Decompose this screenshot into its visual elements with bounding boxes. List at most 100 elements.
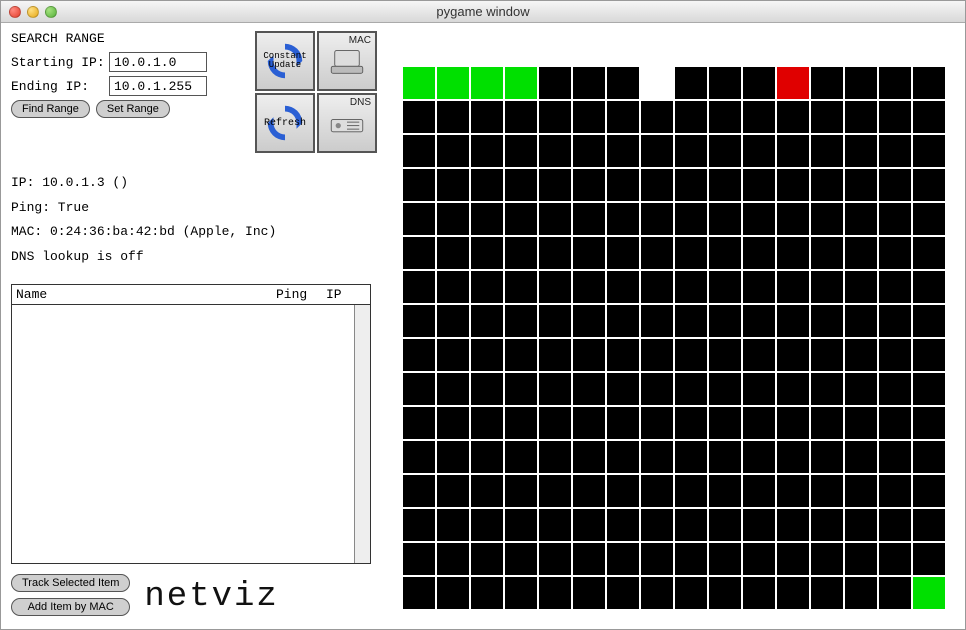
- grid-cell[interactable]: [403, 543, 435, 575]
- grid-cell[interactable]: [913, 577, 945, 609]
- grid-cell[interactable]: [607, 67, 639, 99]
- grid-cell[interactable]: [709, 203, 741, 235]
- grid-cell[interactable]: [573, 373, 605, 405]
- grid-cell[interactable]: [539, 373, 571, 405]
- grid-cell[interactable]: [845, 441, 877, 473]
- grid-cell[interactable]: [743, 543, 775, 575]
- grid-cell[interactable]: [539, 67, 571, 99]
- grid-cell[interactable]: [505, 543, 537, 575]
- grid-cell[interactable]: [709, 441, 741, 473]
- grid-cell[interactable]: [471, 203, 503, 235]
- grid-cell[interactable]: [471, 67, 503, 99]
- grid-cell[interactable]: [403, 169, 435, 201]
- grid-cell[interactable]: [675, 407, 707, 439]
- grid-cell[interactable]: [403, 135, 435, 167]
- grid-cell[interactable]: [709, 577, 741, 609]
- grid-cell[interactable]: [879, 407, 911, 439]
- grid-cell[interactable]: [811, 305, 843, 337]
- grid-cell[interactable]: [403, 101, 435, 133]
- grid-cell[interactable]: [845, 67, 877, 99]
- grid-cell[interactable]: [607, 441, 639, 473]
- grid-cell[interactable]: [913, 135, 945, 167]
- grid-cell[interactable]: [709, 339, 741, 371]
- grid-cell[interactable]: [879, 339, 911, 371]
- grid-cell[interactable]: [505, 101, 537, 133]
- grid-cell[interactable]: [743, 305, 775, 337]
- grid-cell[interactable]: [777, 577, 809, 609]
- grid-cell[interactable]: [675, 339, 707, 371]
- grid-cell[interactable]: [743, 237, 775, 269]
- grid-cell[interactable]: [471, 441, 503, 473]
- grid-cell[interactable]: [913, 339, 945, 371]
- grid-cell[interactable]: [505, 509, 537, 541]
- grid-cell[interactable]: [437, 169, 469, 201]
- grid-cell[interactable]: [879, 441, 911, 473]
- grid-cell[interactable]: [641, 271, 673, 303]
- grid-cell[interactable]: [879, 577, 911, 609]
- grid-cell[interactable]: [641, 407, 673, 439]
- grid-cell[interactable]: [879, 169, 911, 201]
- grid-cell[interactable]: [539, 509, 571, 541]
- grid-cell[interactable]: [471, 373, 503, 405]
- grid-cell[interactable]: [675, 441, 707, 473]
- grid-cell[interactable]: [913, 305, 945, 337]
- set-range-button[interactable]: Set Range: [96, 100, 170, 118]
- grid-cell[interactable]: [913, 373, 945, 405]
- grid-cell[interactable]: [743, 407, 775, 439]
- grid-cell[interactable]: [539, 577, 571, 609]
- grid-cell[interactable]: [607, 135, 639, 167]
- grid-cell[interactable]: [573, 577, 605, 609]
- grid-cell[interactable]: [573, 203, 605, 235]
- grid-cell[interactable]: [675, 237, 707, 269]
- grid-cell[interactable]: [539, 543, 571, 575]
- grid-cell[interactable]: [743, 135, 775, 167]
- grid-cell[interactable]: [845, 271, 877, 303]
- grid-cell[interactable]: [437, 339, 469, 371]
- mac-button[interactable]: MAC: [317, 31, 377, 91]
- grid-cell[interactable]: [437, 407, 469, 439]
- grid-cell[interactable]: [471, 101, 503, 133]
- grid-cell[interactable]: [641, 543, 673, 575]
- grid-cell[interactable]: [913, 237, 945, 269]
- grid-cell[interactable]: [471, 577, 503, 609]
- grid-cell[interactable]: [879, 475, 911, 507]
- grid-cell[interactable]: [641, 475, 673, 507]
- grid-cell[interactable]: [777, 441, 809, 473]
- grid-cell[interactable]: [573, 441, 605, 473]
- grid-cell[interactable]: [777, 543, 809, 575]
- grid-cell[interactable]: [437, 271, 469, 303]
- grid-cell[interactable]: [607, 407, 639, 439]
- grid-cell[interactable]: [777, 169, 809, 201]
- grid-cell[interactable]: [539, 203, 571, 235]
- grid-cell[interactable]: [437, 543, 469, 575]
- grid-cell[interactable]: [607, 271, 639, 303]
- grid-cell[interactable]: [709, 475, 741, 507]
- grid-cell[interactable]: [471, 271, 503, 303]
- grid-cell[interactable]: [607, 543, 639, 575]
- grid-cell[interactable]: [811, 271, 843, 303]
- grid-cell[interactable]: [743, 101, 775, 133]
- ending-ip-input[interactable]: [109, 76, 207, 96]
- grid-cell[interactable]: [845, 203, 877, 235]
- grid-cell[interactable]: [675, 509, 707, 541]
- grid-cell[interactable]: [437, 373, 469, 405]
- grid-cell[interactable]: [641, 509, 673, 541]
- grid-cell[interactable]: [845, 101, 877, 133]
- grid-cell[interactable]: [403, 475, 435, 507]
- grid-cell[interactable]: [539, 305, 571, 337]
- grid-cell[interactable]: [777, 475, 809, 507]
- grid-cell[interactable]: [437, 203, 469, 235]
- grid-cell[interactable]: [675, 305, 707, 337]
- grid-cell[interactable]: [879, 543, 911, 575]
- grid-cell[interactable]: [573, 305, 605, 337]
- grid-cell[interactable]: [709, 509, 741, 541]
- grid-cell[interactable]: [471, 543, 503, 575]
- grid-cell[interactable]: [709, 305, 741, 337]
- grid-cell[interactable]: [845, 577, 877, 609]
- grid-cell[interactable]: [471, 135, 503, 167]
- grid-cell[interactable]: [505, 305, 537, 337]
- grid-cell[interactable]: [641, 203, 673, 235]
- grid-cell[interactable]: [573, 509, 605, 541]
- close-icon[interactable]: [9, 6, 21, 18]
- grid-cell[interactable]: [845, 373, 877, 405]
